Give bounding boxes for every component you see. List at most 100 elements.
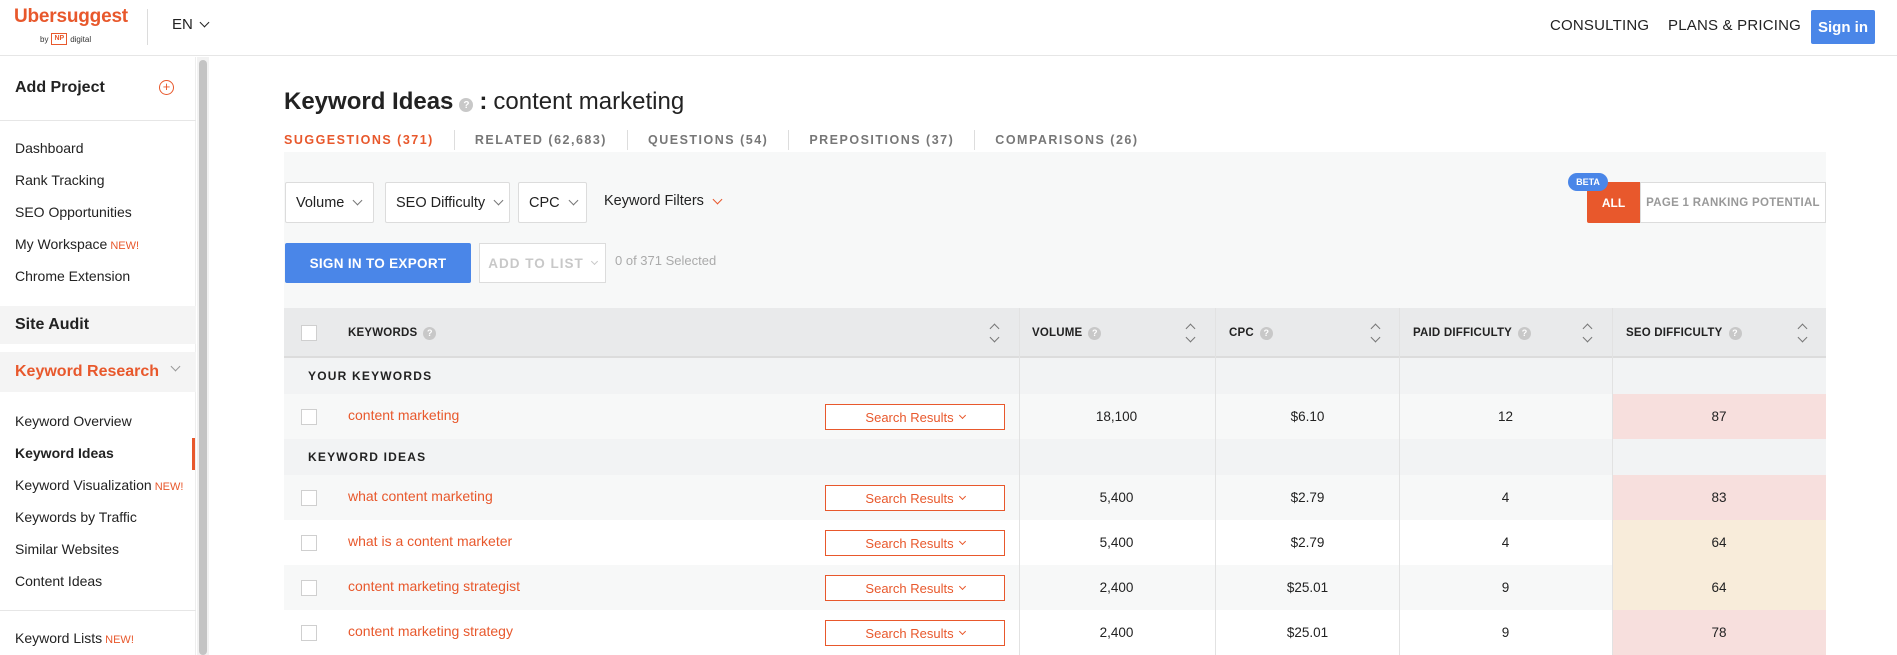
sidebar-item-keyword-visualization[interactable]: Keyword Visualization NEW! [15, 477, 183, 493]
column-header-label: KEYWORDS [348, 327, 418, 339]
add-to-list-button[interactable]: ADD TO LIST [479, 243, 606, 283]
plans-pricing-link[interactable]: PLANS & PRICING [1668, 17, 1801, 34]
sign-in-button[interactable]: Sign in [1811, 10, 1875, 44]
row-checkbox[interactable] [301, 580, 317, 596]
help-icon[interactable]: ? [459, 98, 474, 112]
add-to-list-label: ADD TO LIST [488, 255, 584, 271]
keyword-link[interactable]: what content marketing [348, 488, 493, 504]
cpc-column-header[interactable]: CPC ? [1229, 308, 1273, 358]
volume-filter-dropdown[interactable]: Volume [285, 182, 374, 223]
logo-by: by [40, 34, 49, 44]
keyword-filters-label: Keyword Filters [604, 193, 704, 209]
sidebar-item-label: Keyword Visualization [15, 477, 152, 493]
paid-difficulty-column-header[interactable]: PAID DIFFICULTY ? [1413, 308, 1532, 358]
beta-badge: BETA [1568, 173, 1608, 191]
ubersuggest-logo[interactable]: Ubersuggest by NP digital [14, 6, 128, 45]
sidebar-scroll-thumb[interactable] [199, 60, 207, 655]
tab-suggestions[interactable]: SUGGESTIONS (371) [284, 130, 454, 150]
sidebar-keyword-research[interactable]: Keyword Research [0, 352, 196, 392]
sort-icon[interactable] [1583, 322, 1593, 344]
sidebar-item-label: Keyword Lists [15, 630, 103, 646]
tab-comparisons[interactable]: COMPARISONS (26) [974, 130, 1158, 150]
column-header-label: PAID DIFFICULTY [1413, 327, 1513, 339]
help-icon[interactable]: ? [1518, 326, 1532, 340]
sidebar-item-keyword-overview[interactable]: Keyword Overview [15, 413, 132, 429]
sort-icon[interactable] [1186, 322, 1196, 344]
cpc-filter-dropdown[interactable]: CPC [518, 182, 587, 223]
sidebar-item-rank-tracking[interactable]: Rank Tracking [15, 172, 104, 188]
row-checkbox[interactable] [301, 409, 317, 425]
help-icon[interactable]: ? [1259, 326, 1273, 340]
volume-filter-label: Volume [296, 194, 345, 211]
help-icon[interactable]: ? [1088, 326, 1102, 340]
seo-difficulty-cell: 87 [1612, 394, 1826, 439]
cpc-cell: $2.79 [1290, 490, 1325, 505]
sidebar-item-seo-opportunities[interactable]: SEO Opportunities [15, 204, 132, 220]
sidebar-item-dashboard[interactable]: Dashboard [15, 140, 84, 156]
sidebar-item-content-ideas[interactable]: Content Ideas [15, 573, 102, 589]
page1-ranking-potential-button[interactable]: PAGE 1 RANKING POTENTIAL [1640, 182, 1826, 223]
sort-icon[interactable] [1371, 322, 1381, 344]
cpc-cell: $2.79 [1290, 535, 1325, 550]
row-checkbox[interactable] [301, 535, 317, 551]
search-results-button[interactable]: Search Results [825, 404, 1005, 430]
seo-difficulty-filter-dropdown[interactable]: SEO Difficulty [385, 182, 510, 223]
page-title: Keyword Ideas ? : content marketing [284, 88, 684, 116]
new-badge: NEW! [110, 240, 140, 252]
tab-questions[interactable]: QUESTIONS (54) [626, 130, 788, 150]
volume-cell: 18,100 [1095, 409, 1138, 424]
table-header: KEYWORDS ? VOLUME ? CPC ? PAID DIFFICULT… [284, 308, 1826, 358]
select-all-checkbox[interactable] [301, 325, 317, 341]
logo-byline: by NP digital [40, 33, 91, 45]
sidebar-item-label: Similar Websites [15, 541, 119, 557]
consulting-link[interactable]: CONSULTING [1550, 17, 1649, 34]
sidebar-item-keyword-lists[interactable]: Keyword Lists NEW! [15, 630, 134, 646]
keyword-filters-toggle[interactable]: Keyword Filters [604, 193, 723, 209]
column-divider [1399, 308, 1400, 655]
language-label: EN [172, 16, 193, 33]
add-project-plus-icon[interactable]: + [159, 80, 174, 95]
volume-column-header[interactable]: VOLUME ? [1032, 308, 1102, 358]
tab-related[interactable]: RELATED (62,683) [453, 130, 627, 150]
sign-in-to-export-button[interactable]: SIGN IN TO EXPORT [285, 243, 471, 283]
sidebar-item-label: Keyword Ideas [15, 445, 114, 461]
chevron-down-icon [568, 195, 579, 206]
keyword-link[interactable]: content marketing strategist [348, 578, 520, 594]
new-badge: NEW! [154, 481, 184, 493]
volume-cell: 2,400 [1099, 625, 1134, 640]
sidebar-item-my-workspace[interactable]: My Workspace NEW! [15, 236, 139, 252]
sidebar-site-audit[interactable]: Site Audit [0, 306, 196, 344]
sidebar-item-similar-websites[interactable]: Similar Websites [15, 541, 119, 557]
selected-count: 0 of 371 Selected [615, 253, 717, 268]
chevron-down-icon [958, 627, 966, 636]
sidebar-item-keywords-by-traffic[interactable]: Keywords by Traffic [15, 509, 137, 525]
sort-icon[interactable] [990, 322, 1000, 344]
search-results-button[interactable]: Search Results [825, 485, 1005, 511]
cpc-cell: $25.01 [1286, 580, 1329, 595]
search-results-button[interactable]: Search Results [825, 530, 1005, 556]
keyword-link[interactable]: content marketing [348, 407, 459, 423]
column-header-label: CPC [1229, 327, 1254, 339]
tab-prepositions[interactable]: PREPOSITIONS (37) [788, 130, 974, 150]
keywords-column-header[interactable]: KEYWORDS ? [348, 308, 437, 358]
row-checkbox[interactable] [301, 490, 317, 506]
search-results-button[interactable]: Search Results [825, 575, 1005, 601]
search-results-button[interactable]: Search Results [825, 620, 1005, 646]
column-header-label: SEO DIFFICULTY [1626, 327, 1723, 339]
table-row: what content marketing Search Results 5,… [284, 475, 1826, 520]
chevron-down-icon [958, 492, 966, 501]
sidebar-item-keyword-ideas[interactable]: Keyword Ideas [15, 445, 114, 461]
volume-cell: 2,400 [1099, 580, 1134, 595]
seo-difficulty-cell: 64 [1612, 520, 1826, 565]
np-logo-box: NP [51, 33, 68, 45]
keyword-link[interactable]: content marketing strategy [348, 623, 513, 639]
sort-icon[interactable] [1798, 322, 1808, 344]
sidebar-item-chrome-extension[interactable]: Chrome Extension [15, 268, 130, 284]
language-selector[interactable]: EN [172, 16, 210, 33]
seo-difficulty-column-header[interactable]: SEO DIFFICULTY ? [1626, 308, 1742, 358]
help-icon[interactable]: ? [423, 326, 437, 340]
help-icon[interactable]: ? [1728, 326, 1742, 340]
row-checkbox[interactable] [301, 625, 317, 641]
keyword-link[interactable]: what is a content marketer [348, 533, 512, 549]
site-audit-label: Site Audit [15, 316, 90, 333]
